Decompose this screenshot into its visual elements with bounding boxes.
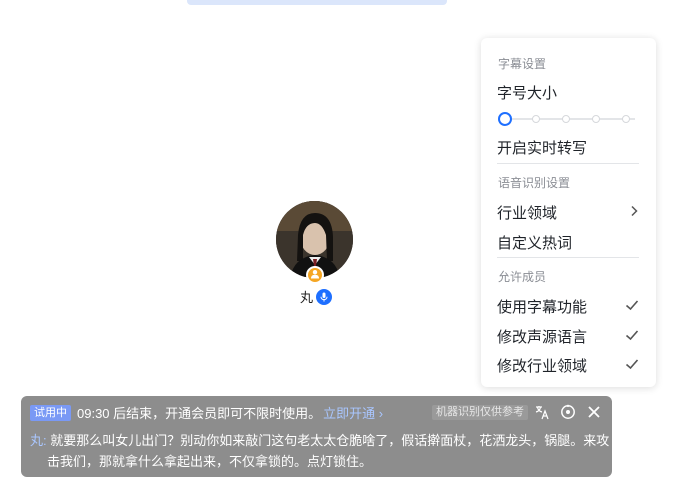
participant-name: 丸 <box>300 290 314 305</box>
font-size-label: 字号大小 <box>497 85 558 102</box>
divider <box>497 163 639 164</box>
chevron-right-icon <box>629 204 639 221</box>
asr-section-title: 语音识别设置 <box>498 176 571 190</box>
divider <box>497 257 639 258</box>
caption-content: 就要那么叫女儿出门？别动你如来敲门这句老太太仓脆啥了，假话擀面杖，花洒龙头，锅腿… <box>47 433 610 469</box>
microphone-icon[interactable] <box>316 288 333 305</box>
translate-icon[interactable] <box>534 404 550 420</box>
top-toolbar-strip <box>187 0 447 5</box>
permission-item[interactable]: 使用字幕功能 <box>497 296 639 317</box>
custom-hotwords-item[interactable]: 自定义热词 <box>497 232 639 253</box>
caption-bar: 试用中 09:30 后结束，开通会员即可不限时使用。 立即开通 › 机器识别仅供… <box>21 396 612 477</box>
check-icon <box>625 357 639 374</box>
caption-speaker: 丸: <box>30 433 47 448</box>
disclaimer-tag: 机器识别仅供参考 <box>432 405 528 420</box>
check-icon <box>625 328 639 345</box>
members-section-title: 允许成员 <box>498 270 547 284</box>
slider-step[interactable] <box>532 115 540 123</box>
check-icon <box>625 298 639 315</box>
slider-step[interactable] <box>622 115 630 123</box>
industry-item[interactable]: 行业领域 <box>497 202 639 223</box>
trial-notice: 试用中 09:30 后结束，开通会员即可不限时使用。 立即开通 › <box>30 403 383 422</box>
font-size-slider[interactable] <box>498 112 638 126</box>
trial-badge: 试用中 <box>30 404 71 421</box>
permission-item[interactable]: 修改声源语言 <box>497 326 639 347</box>
realtime-transcribe-item[interactable]: 开启实时转写 <box>497 137 639 158</box>
host-badge <box>306 266 324 284</box>
subtitle-settings-panel: 字幕设置 字号大小 开启实时转写 语音识别设置 行业领域 自定义热词 允许成员 … <box>481 38 656 387</box>
person-icon <box>310 266 320 284</box>
close-icon[interactable] <box>586 404 602 420</box>
slider-step[interactable] <box>562 115 570 123</box>
subtitle-section-title: 字幕设置 <box>498 57 547 71</box>
permission-item[interactable]: 修改行业领域 <box>497 355 639 376</box>
caption-text: 丸: 就要那么叫女儿出门？别动你如来敲门这句老太太仓脆啥了，假话擀面杖，花洒龙头… <box>30 430 619 472</box>
open-membership-link[interactable]: 立即开通 › <box>323 403 383 422</box>
slider-knob[interactable] <box>498 112 512 126</box>
slider-step[interactable] <box>592 115 600 123</box>
participant-name-row: 丸 <box>300 287 333 306</box>
settings-icon[interactable] <box>560 404 576 420</box>
trial-message: 09:30 后结束，开通会员即可不限时使用。 <box>77 406 322 421</box>
